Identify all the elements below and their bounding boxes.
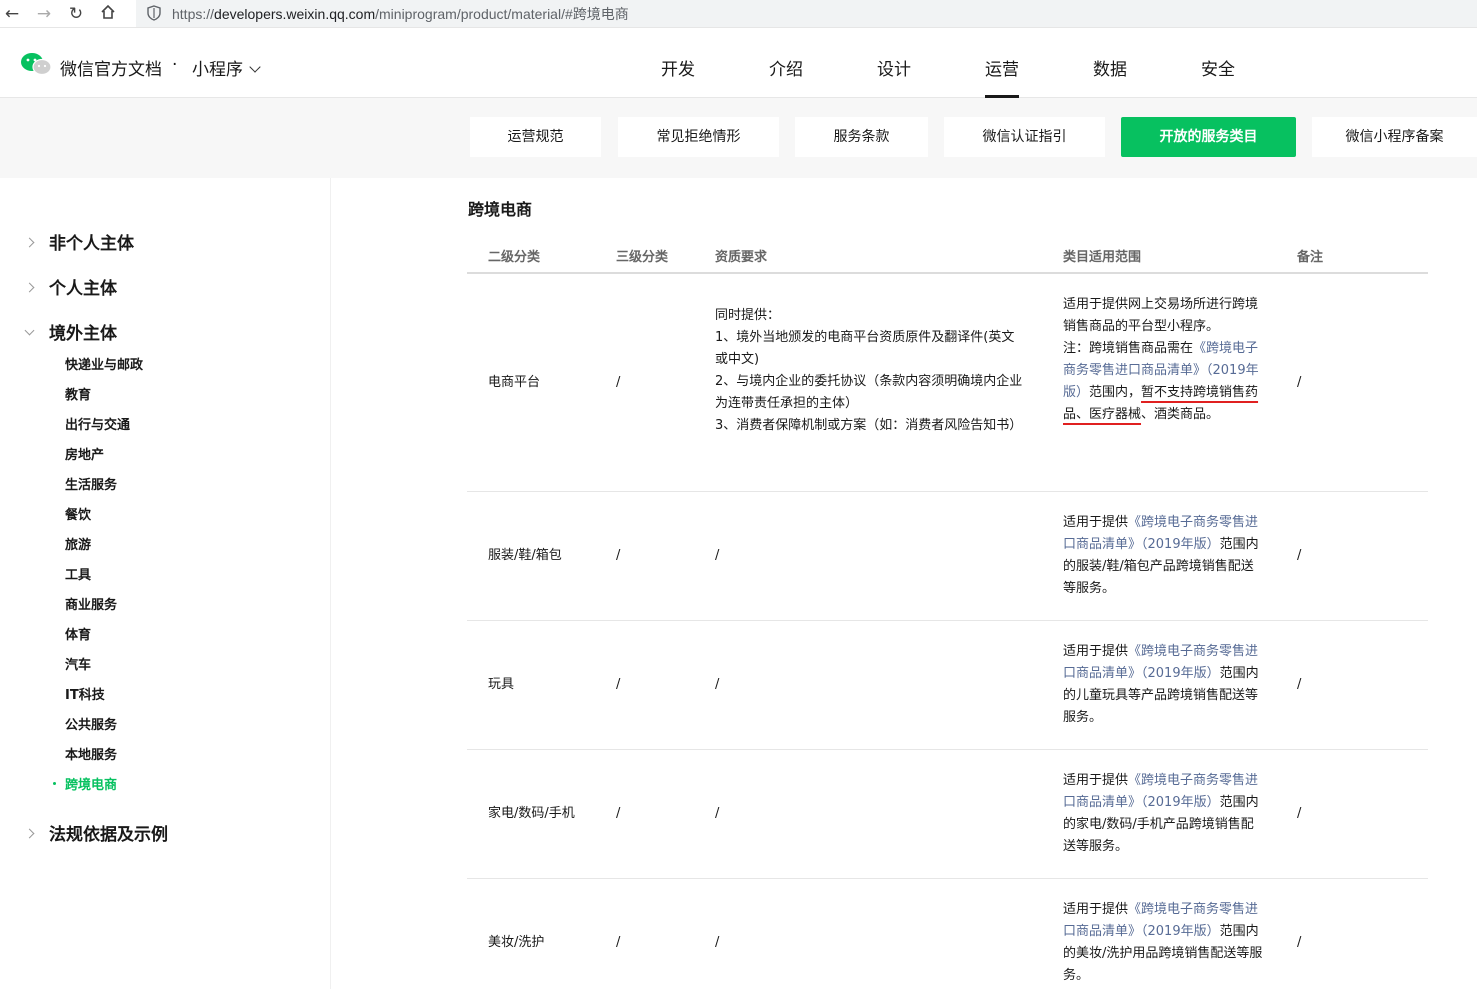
table-row: 服装/鞋/箱包 / / 适用于提供《跨境电子商务零售进口商品清单》（2019年版… bbox=[467, 492, 1428, 621]
wechat-logo-icon[interactable] bbox=[20, 52, 52, 76]
sidebar-item-public-services[interactable]: 公共服务 bbox=[65, 714, 117, 733]
sidebar-group-overseas[interactable]: 境外主体 bbox=[24, 319, 117, 344]
sidebar: 非个人主体 个人主体 境外主体 快递业与邮政 教育 出行与交通 房地产 生活服务… bbox=[0, 178, 331, 989]
cell-level3: / bbox=[616, 935, 621, 950]
col-header-level2: 二级分类 bbox=[488, 250, 541, 265]
nav-security[interactable]: 安全 bbox=[1201, 55, 1235, 80]
cell-scope: 适用于提供《跨境电子商务零售进口商品清单》（2019年版）范围内的家电/数码/手… bbox=[1063, 773, 1259, 854]
forward-arrow-icon[interactable]: → bbox=[34, 4, 54, 24]
site-title[interactable]: 微信官方文档 bbox=[60, 55, 162, 80]
table-row: 美妆/洗护 / / 适用于提供《跨境电子商务零售进口商品清单》（2019年版）范… bbox=[467, 879, 1428, 989]
cell-scope: 适用于提供《跨境电子商务零售进口商品清单》（2019年版）范围内的服装/鞋/箱包… bbox=[1063, 515, 1259, 596]
nav-data[interactable]: 数据 bbox=[1093, 55, 1127, 80]
cell-category: 服装/鞋/箱包 bbox=[488, 548, 562, 563]
cell-scope: 适用于提供网上交易场所进行跨境销售商品的平台型小程序。 注：跨境销售商品需在《跨… bbox=[1063, 297, 1259, 422]
section-title: 跨境电商 bbox=[468, 200, 533, 219]
url-text: https://developers.weixin.qq.com/minipro… bbox=[172, 6, 629, 22]
cell-level3: / bbox=[616, 806, 621, 821]
sidebar-item-express[interactable]: 快递业与邮政 bbox=[65, 354, 143, 373]
cell-scope: 适用于提供《跨境电子商务零售进口商品清单》（2019年版）范围内的美妆/洗护用品… bbox=[1063, 902, 1263, 983]
sidebar-group-non-personal[interactable]: 非个人主体 bbox=[24, 229, 134, 254]
chevron-right-icon bbox=[24, 282, 35, 293]
cell-qualification: / bbox=[715, 548, 720, 563]
address-bar[interactable]: https://developers.weixin.qq.com/minipro… bbox=[136, 0, 1477, 27]
nav-intro[interactable]: 介绍 bbox=[769, 55, 803, 80]
sidebar-item-it-tech[interactable]: IT科技 bbox=[65, 684, 105, 703]
sidebar-item-catering[interactable]: 餐饮 bbox=[65, 504, 91, 523]
shield-icon bbox=[147, 5, 161, 21]
tab-common-rejections[interactable]: 常见拒绝情形 bbox=[618, 117, 779, 157]
col-header-scope: 类目适用范围 bbox=[1063, 250, 1142, 265]
site-header: 微信官方文档 · 小程序 开发 介绍 设计 运营 数据 安全 bbox=[0, 28, 1477, 98]
chevron-down-icon bbox=[249, 61, 261, 73]
table-row: 玩具 / / 适用于提供《跨境电子商务零售进口商品清单》（2019年版）范围内的… bbox=[467, 621, 1428, 750]
tab-operation-rules[interactable]: 运营规范 bbox=[470, 117, 601, 157]
cell-category: 玩具 bbox=[488, 677, 515, 692]
product-label: 小程序 bbox=[192, 60, 243, 80]
home-icon[interactable] bbox=[98, 4, 118, 24]
cell-category: 美妆/洗护 bbox=[488, 935, 545, 950]
sidebar-item-automobile[interactable]: 汽车 bbox=[65, 654, 91, 673]
nav-operations[interactable]: 运营 bbox=[985, 55, 1019, 98]
col-header-level3: 三级分类 bbox=[616, 250, 669, 265]
cell-scope: 适用于提供《跨境电子商务零售进口商品清单》（2019年版）范围内的儿童玩具等产品… bbox=[1063, 644, 1259, 725]
sidebar-item-real-estate[interactable]: 房地产 bbox=[65, 444, 104, 463]
sub-nav: 运营规范 常见拒绝情形 服务条款 微信认证指引 开放的服务类目 微信小程序备案 bbox=[0, 98, 1477, 178]
cell-qualification: 同时提供： 1、境外当地颁发的电商平台资质原件及翻译件(英文或中文) 2、与境内… bbox=[715, 308, 1023, 433]
cell-category: 家电/数码/手机 bbox=[488, 806, 575, 821]
sidebar-item-sports[interactable]: 体育 bbox=[65, 624, 91, 643]
sidebar-item-business-services[interactable]: 商业服务 bbox=[65, 594, 117, 613]
cell-note: / bbox=[1297, 935, 1302, 950]
sidebar-item-local-services[interactable]: 本地服务 bbox=[65, 744, 117, 763]
sidebar-item-education[interactable]: 教育 bbox=[65, 384, 91, 403]
sidebar-item-cross-border-ecommerce[interactable]: 跨境电商 bbox=[52, 774, 117, 793]
chevron-down-icon bbox=[24, 325, 35, 336]
nav-design[interactable]: 设计 bbox=[877, 55, 911, 80]
cell-level3: / bbox=[616, 677, 621, 692]
sidebar-item-transport[interactable]: 出行与交通 bbox=[65, 414, 130, 433]
tab-open-categories[interactable]: 开放的服务类目 bbox=[1121, 117, 1296, 157]
chevron-right-icon bbox=[24, 828, 35, 839]
sidebar-item-life-services[interactable]: 生活服务 bbox=[65, 474, 117, 493]
sidebar-group-regulations[interactable]: 法规依据及示例 bbox=[24, 820, 168, 845]
col-header-note: 备注 bbox=[1297, 250, 1324, 265]
sidebar-item-tools[interactable]: 工具 bbox=[65, 564, 91, 583]
col-header-qualification: 资质要求 bbox=[715, 250, 768, 265]
cell-qualification: / bbox=[715, 677, 720, 692]
cell-level3: / bbox=[616, 375, 621, 390]
nav-develop[interactable]: 开发 bbox=[661, 55, 695, 80]
cell-note: / bbox=[1297, 806, 1302, 821]
sidebar-group-personal[interactable]: 个人主体 bbox=[24, 274, 117, 299]
sidebar-item-travel[interactable]: 旅游 bbox=[65, 534, 91, 553]
cell-level3: / bbox=[616, 548, 621, 563]
title-separator: · bbox=[172, 55, 178, 75]
tab-terms-of-service[interactable]: 服务条款 bbox=[795, 117, 928, 157]
tab-miniprogram-filing[interactable]: 微信小程序备案 bbox=[1312, 117, 1477, 157]
cell-note: / bbox=[1297, 375, 1302, 390]
table-row: 家电/数码/手机 / / 适用于提供《跨境电子商务零售进口商品清单》（2019年… bbox=[467, 750, 1428, 879]
cell-qualification: / bbox=[715, 935, 720, 950]
product-dropdown[interactable]: 小程序 bbox=[192, 55, 261, 80]
cell-note: / bbox=[1297, 677, 1302, 692]
cell-category: 电商平台 bbox=[488, 375, 541, 390]
tab-wechat-certification[interactable]: 微信认证指引 bbox=[944, 117, 1105, 157]
cell-note: / bbox=[1297, 548, 1302, 563]
cell-qualification: / bbox=[715, 806, 720, 821]
reload-icon[interactable]: ↻ bbox=[66, 4, 86, 24]
browser-toolbar: ← → ↻ https://developers.weixin.qq.com/m… bbox=[0, 0, 1477, 28]
back-arrow-icon[interactable]: ← bbox=[2, 4, 22, 24]
chevron-right-icon bbox=[24, 237, 35, 248]
table-row: 电商平台 / 同时提供： 1、境外当地颁发的电商平台资质原件及翻译件(英文或中文… bbox=[467, 274, 1428, 492]
